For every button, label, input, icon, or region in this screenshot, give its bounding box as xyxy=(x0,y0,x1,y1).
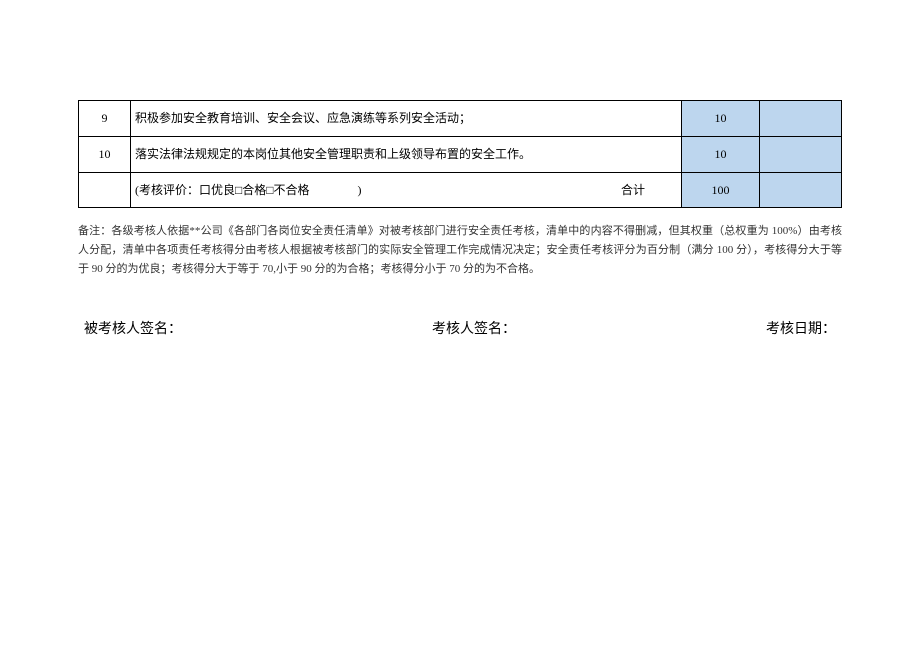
table-row: 10 落实法律法规规定的本岗位其他安全管理职责和上级领导布置的安全工作。 10 xyxy=(79,136,842,172)
row-description: 落实法律法规规定的本岗位其他安全管理职责和上级领导布置的安全工作。 xyxy=(131,136,682,172)
summary-last xyxy=(760,172,842,208)
summary-desc: (考核评价：口优良□合格□不合格 ) 合计 xyxy=(131,172,682,208)
table-row: 9 积极参加安全教育培训、安全会议、应急演练等系列安全活动； 10 xyxy=(79,101,842,137)
eval-label: (考核评价：口优良□合格□不合格 xyxy=(135,183,310,197)
row-number: 10 xyxy=(79,136,131,172)
row-last xyxy=(760,101,842,137)
examiner-signature-label: 考核人签名： xyxy=(432,318,516,338)
row-number: 9 xyxy=(79,101,131,137)
assessment-table: 9 积极参加安全教育培训、安全会议、应急演练等系列安全活动； 10 10 落实法… xyxy=(78,100,842,208)
examinee-signature-label: 被考核人签名： xyxy=(84,318,182,338)
assessment-date-label: 考核日期： xyxy=(766,318,836,338)
row-last xyxy=(760,136,842,172)
summary-score: 100 xyxy=(682,172,760,208)
eval-close: ) xyxy=(358,183,362,197)
heji-label: 合计 xyxy=(621,182,645,199)
row-score: 10 xyxy=(682,101,760,137)
signature-row: 被考核人签名： 考核人签名： 考核日期： xyxy=(78,318,842,338)
summary-row: (考核评价：口优良□合格□不合格 ) 合计 100 xyxy=(79,172,842,208)
summary-num xyxy=(79,172,131,208)
note-text: 备注：各级考核人依据**公司《各部门各岗位安全责任清单》对被考核部门进行安全责任… xyxy=(78,222,842,278)
row-score: 10 xyxy=(682,136,760,172)
row-description: 积极参加安全教育培训、安全会议、应急演练等系列安全活动； xyxy=(131,101,682,137)
